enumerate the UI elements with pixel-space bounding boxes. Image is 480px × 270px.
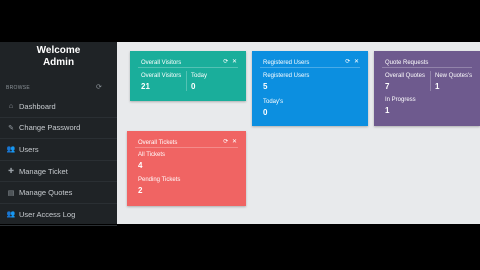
home-icon: ⌂ [8,102,14,110]
new-quotes-label: New Quotes's [435,73,473,79]
overall-quotes-label: Overall Quotes [385,73,426,79]
sidebar-item-label: Manage Ticket [19,166,68,176]
todays-label: Today's [263,99,284,105]
welcome-line2: Admin [42,57,75,68]
divider [135,147,238,148]
in-progress-value: 1 [385,106,390,115]
today-label: Today [191,73,208,79]
admin-dashboard: Welcome Admin BROWSE ⟳ ⌂ Dashboard ✎ Cha… [0,42,480,226]
all-tickets-value: 4 [138,161,143,170]
sidebar-item-dashboard[interactable]: ⌂ Dashboard [0,96,117,118]
pending-tickets-label: Pending Tickets [138,177,181,183]
today-value: 0 [191,82,196,91]
quote-requests-card: Quote Requests Overall Quotes 7 New Quot… [374,51,480,126]
card-title: Registered Users [263,60,310,66]
in-progress-label: In Progress [385,97,416,103]
refresh-icon[interactable]: ⟳ [96,83,102,91]
card-title: Overall Visitors [141,60,182,66]
sidebar-item-manage-quotes[interactable]: ▤ Manage Quotes [0,182,117,204]
overall-quotes-value: 7 [385,82,390,91]
sidebar-item-label: Dashboard [19,101,56,111]
edit-icon: ✎ [8,124,14,132]
tickets-card: Overall Tickets ⟳ ✕ All Tickets 4 Pendin… [127,131,246,206]
sidebar-nav: ⌂ Dashboard ✎ Change Password 👥 Users ✚ … [0,96,117,226]
users-icon: 👥 [6,146,16,154]
sidebar-item-label: Users [19,144,39,154]
visitors-card: Overall Visitors ⟳ ✕ Overall Visitors 21… [130,51,246,101]
registered-users-value: 5 [263,82,268,91]
card-controls[interactable]: ⟳ ✕ [345,58,360,65]
divider [260,67,360,68]
welcome-line1: Welcome [36,45,81,56]
sidebar-item-users[interactable]: 👥 Users [0,139,117,161]
sidebar-item-user-access-log[interactable]: 👥 User Access Log [0,204,117,226]
divider [382,67,472,68]
card-controls[interactable]: ⟳ ✕ [223,138,238,145]
card-controls[interactable]: ⟳ ✕ [223,58,238,65]
all-tickets-label: All Tickets [138,152,166,158]
todays-value: 0 [263,108,268,117]
card-title: Overall Tickets [138,140,178,146]
card-title: Quote Requests [385,60,429,66]
sidebar-item-label: Manage Quotes [19,188,73,198]
sidebar-item-manage-ticket[interactable]: ✚ Manage Ticket [0,161,117,183]
divider [186,71,187,91]
pending-tickets-value: 2 [138,186,143,195]
registered-users-label: Registered Users [263,73,310,79]
list-icon: ▤ [7,189,15,197]
browse-label: BROWSE [6,85,31,91]
registered-users-card: Registered Users ⟳ ✕ Registered Users 5 … [252,51,368,126]
sidebar-item-label: User Access Log [19,209,76,219]
new-quotes-value: 1 [435,82,440,91]
divider [430,71,431,91]
users-icon: 👥 [6,211,16,219]
overall-visitors-label: Overall Visitors [141,73,182,79]
sidebar-item-label: Change Password [19,123,81,133]
sidebar-item-change-password[interactable]: ✎ Change Password [0,118,117,140]
sidebar: Welcome Admin BROWSE ⟳ ⌂ Dashboard ✎ Cha… [0,42,117,226]
overall-visitors-value: 21 [141,82,150,91]
divider [138,67,238,68]
ticket-icon: ✚ [8,168,14,176]
